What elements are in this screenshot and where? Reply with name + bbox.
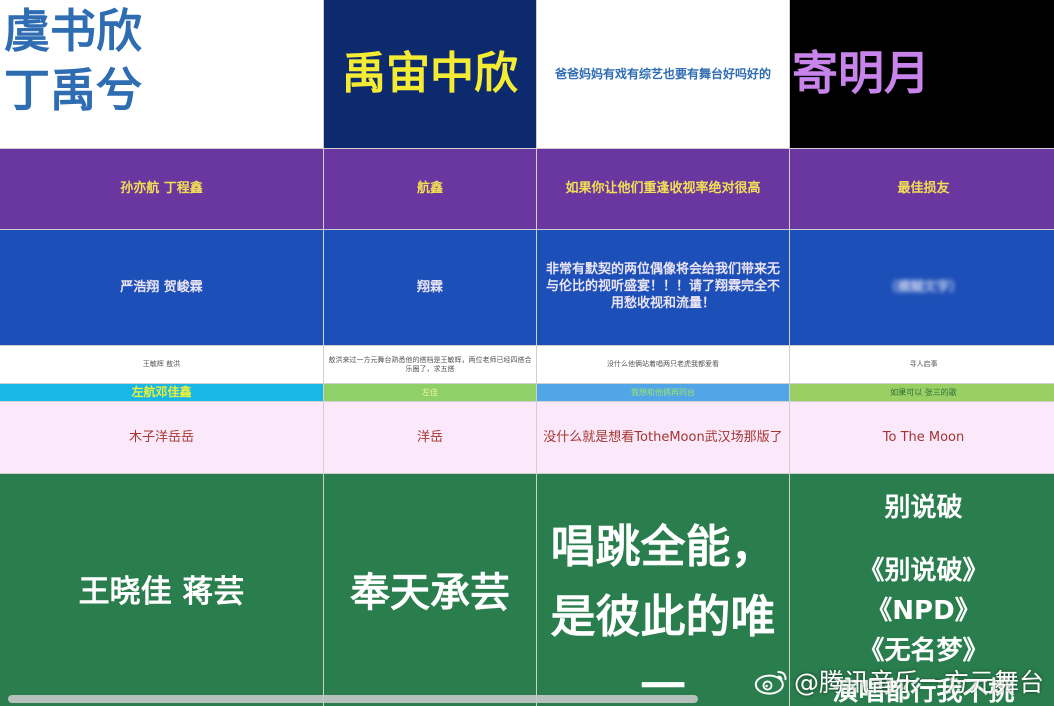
cell-r7-c3[interactable]: 唱跳全能，是彼此的唯一 — [537, 474, 789, 706]
cell-r6-c1[interactable]: 木子洋岳岳 — [0, 402, 323, 473]
horizontal-scrollbar[interactable] — [0, 692, 1054, 706]
cell-r1-c3[interactable]: 爸爸妈妈有戏有综艺也要有舞台好吗好的 — [537, 0, 789, 148]
cell-r5-c4[interactable]: 如果可以 张三的歌 — [790, 384, 1054, 401]
cell-text: 禹宙中欣 — [342, 47, 518, 99]
cell-r6-c2[interactable]: 洋岳 — [324, 402, 536, 473]
cell-r4-c3[interactable]: 没什么他俩站着唱两只老虎我都爱看 — [537, 346, 789, 383]
cell-text: 如果你让他们重逢收视率绝对很高 — [565, 181, 761, 197]
cell-r3-c2[interactable]: 翔霖 — [324, 230, 536, 345]
cell-text: 左佳 — [422, 387, 438, 397]
cell-text: 最佳损友 — [897, 181, 950, 197]
cell-r5-c2[interactable]: 左佳 — [324, 384, 536, 401]
cell-text: 木子洋岳岳 — [128, 429, 194, 445]
cell-r3-c4[interactable]: （模糊文字） — [790, 230, 1054, 345]
cell-r3-c1[interactable]: 严浩翔 贺峻霖 — [0, 230, 323, 345]
cell-text: 爸爸妈妈有戏有综艺也要有舞台好吗好的 — [554, 66, 771, 81]
cell-text: 严浩翔 贺峻霖 — [120, 279, 203, 295]
cell-text: 唱跳全能，是彼此的唯一 — [550, 520, 776, 706]
cell-r6-c4[interactable]: To The Moon — [790, 402, 1054, 473]
cell-text-blurred: （模糊文字） — [884, 279, 963, 295]
spreadsheet-grid: 虞书欣 丁禹兮 禹宙中欣 爸爸妈妈有戏有综艺也要有舞台好吗好的 寄明月 孙亦航 … — [0, 0, 1054, 706]
cell-text: 航鑫 — [416, 181, 443, 197]
cell-r7-c4[interactable]: 别说破 《别说破》 《NPD》 《无名梦》 演唱都行我不挑 — [790, 474, 1054, 706]
cell-r3-c3[interactable]: 非常有默契的两位偶像将会给我们带来无与伦比的视听盛宴！！！请了翔霖完全不用愁收视… — [537, 230, 789, 345]
cell-r2-c1[interactable]: 孙亦航 丁程鑫 — [0, 149, 323, 229]
cell-text-title: 别说破 — [884, 493, 963, 523]
cell-r1-c4[interactable]: 寄明月 — [790, 0, 1054, 148]
cell-text-line: 丁禹兮 — [4, 62, 142, 117]
cell-text-song: 《无名梦》 — [858, 636, 989, 667]
cell-text: 敖洪来过一方元舞台熟悉他的搭档是王敏辉，两位老师已经四搭合乐圈了，求五搭 — [328, 356, 532, 373]
cell-text: 王晓佳 蒋芸 — [78, 574, 245, 611]
cell-r5-c1[interactable]: 左航邓佳鑫 — [0, 384, 323, 401]
cell-text: 如果可以 张三的歌 — [890, 387, 957, 397]
cell-text: 王敏辉 敖洪 — [142, 360, 181, 369]
cell-r5-c3[interactable]: 我想和他俩再同台 — [537, 384, 789, 401]
cell-r4-c4[interactable]: 寻人启事 — [790, 346, 1054, 383]
cell-r4-c2[interactable]: 敖洪来过一方元舞台熟悉他的搭档是王敏辉，两位老师已经四搭合乐圈了，求五搭 — [324, 346, 536, 383]
cell-r2-c4[interactable]: 最佳损友 — [790, 149, 1054, 229]
cell-r1-c2[interactable]: 禹宙中欣 — [324, 0, 536, 148]
cell-text: 我想和他俩再同台 — [631, 387, 695, 397]
cell-text: 奉天承芸 — [350, 570, 510, 616]
cell-text: 没什么他俩站着唱两只老虎我都爱看 — [607, 360, 719, 369]
cell-text: 非常有默契的两位偶像将会给我们带来无与伦比的视听盛宴！！！请了翔霖完全不用愁收视… — [545, 262, 780, 311]
cell-text-song: 《别说破》 — [858, 555, 989, 586]
cell-r7-c2[interactable]: 奉天承芸 — [324, 474, 536, 706]
cell-r2-c2[interactable]: 航鑫 — [324, 149, 536, 229]
cell-text: 洋岳 — [416, 429, 443, 445]
cell-text: 左航邓佳鑫 — [131, 385, 192, 400]
cell-r7-c1[interactable]: 王晓佳 蒋芸 — [0, 474, 323, 706]
cell-text: To The Moon — [882, 429, 965, 445]
cell-text-line: 虞书欣 — [4, 4, 142, 58]
cell-text: 没什么就是想看TotheMoon武汉场那版了 — [543, 429, 783, 445]
cell-text: 寄明月 — [792, 46, 930, 101]
scrollbar-thumb[interactable] — [8, 695, 698, 703]
cell-text: 孙亦航 丁程鑫 — [120, 181, 203, 197]
cell-r1-c1[interactable]: 虞书欣 丁禹兮 — [0, 0, 323, 148]
cell-text: 寻人启事 — [909, 360, 938, 369]
cell-r4-c1[interactable]: 王敏辉 敖洪 — [0, 346, 323, 383]
cell-r2-c3[interactable]: 如果你让他们重逢收视率绝对很高 — [537, 149, 789, 229]
cell-text-song: 《NPD》 — [866, 596, 981, 627]
cell-r6-c3[interactable]: 没什么就是想看TotheMoon武汉场那版了 — [537, 402, 789, 473]
cell-text: 翔霖 — [416, 279, 443, 295]
